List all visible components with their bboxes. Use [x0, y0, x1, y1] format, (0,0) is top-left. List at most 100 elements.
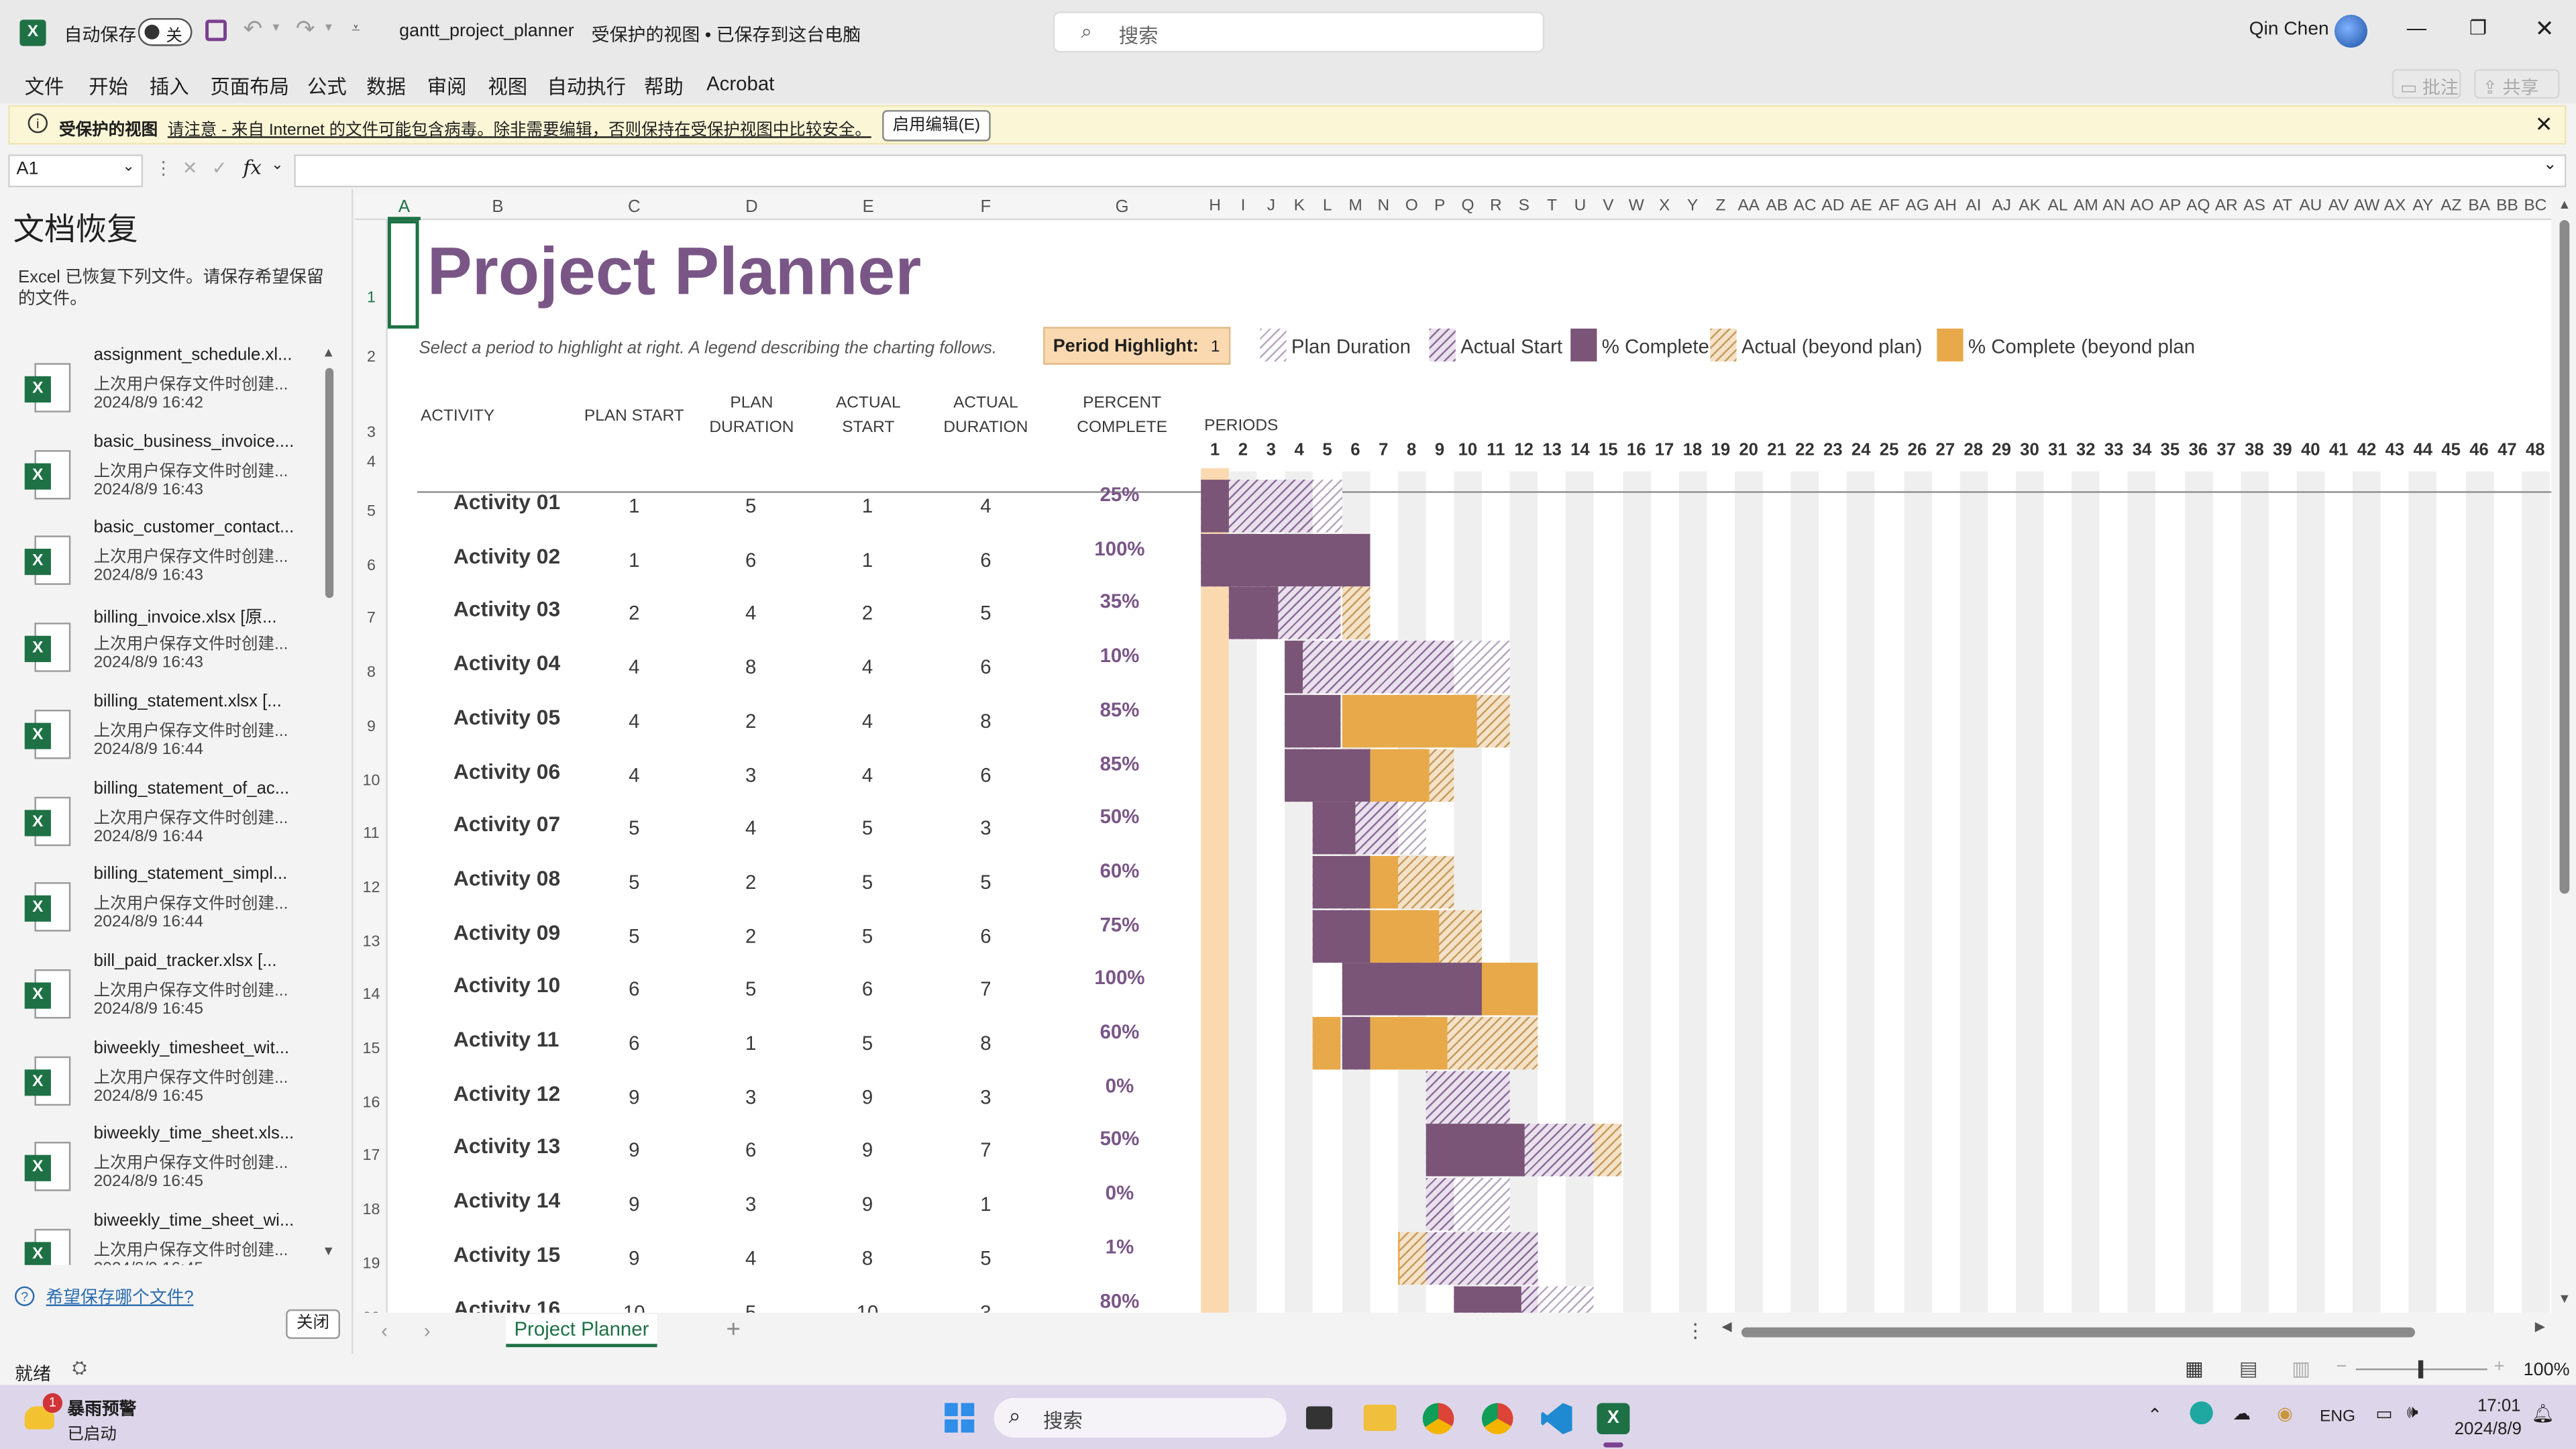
column-header[interactable]: L [1313, 197, 1342, 215]
column-header[interactable]: J [1257, 197, 1285, 215]
column-header[interactable]: BA [2465, 197, 2493, 215]
minimize-icon[interactable]: — [2407, 16, 2426, 39]
column-header[interactable]: Z [1707, 197, 1735, 215]
protected-view-message[interactable]: 请注意 - 来自 Internet 的文件可能包含病毒。除非需要编辑，否则保持在… [168, 115, 871, 140]
app-tray-icon[interactable]: ◉ [2277, 1403, 2293, 1424]
row-header[interactable]: 16 [355, 1093, 388, 1112]
normal-view-icon[interactable]: ▦ [2185, 1357, 2204, 1380]
column-header[interactable]: AL [2044, 197, 2072, 215]
zoom-slider[interactable] [2355, 1360, 2487, 1379]
redo-dropdown-icon[interactable]: ▾ [325, 19, 332, 34]
horizontal-scrollbar[interactable]: ◀ ▶ [1722, 1320, 2552, 1340]
column-header[interactable]: AJ [1988, 197, 2016, 215]
column-header[interactable]: R [1482, 197, 1510, 215]
add-sheet-icon[interactable]: + [726, 1316, 740, 1344]
recovery-file-item[interactable]: Xbiweekly_time_sheet_wi... 上次用户保存文件时创建...… [0, 1211, 329, 1265]
column-header[interactable]: AC [1791, 197, 1819, 215]
undo-dropdown-icon[interactable]: ▾ [273, 19, 280, 34]
tab-acrobat[interactable]: Acrobat [706, 72, 774, 95]
row-header[interactable]: 9 [355, 718, 388, 736]
autosave-toggle[interactable]: 关 [138, 17, 193, 46]
page-layout-icon[interactable]: ▤ [2239, 1357, 2258, 1380]
column-header[interactable]: AV [2324, 197, 2353, 215]
row-header[interactable]: 8 [355, 664, 388, 682]
display-icon[interactable]: ▭ [2375, 1403, 2392, 1424]
column-header[interactable]: AZ [2437, 197, 2465, 215]
close-icon[interactable]: ✕ [2535, 15, 2555, 43]
scroll-left-icon[interactable]: ◀ [1722, 1320, 1732, 1334]
recovery-file-item[interactable]: Xbilling_statement_simpl... 上次用户保存文件时创建..… [0, 865, 329, 952]
zoom-level[interactable]: 100% [2524, 1360, 2570, 1380]
row-header[interactable]: 1 [355, 289, 388, 307]
sheet-tab-project-planner[interactable]: Project Planner [506, 1314, 657, 1348]
scrollbar-thumb[interactable] [2559, 220, 2570, 894]
customize-toolbar-icon[interactable]: ⩡ [352, 19, 360, 38]
column-header[interactable]: AR [2212, 197, 2241, 215]
column-header[interactable]: AS [2241, 197, 2269, 215]
recovery-file-item[interactable]: Xbiweekly_time_sheet.xls... 上次用户保存文件时创建..… [0, 1124, 329, 1212]
more-icon[interactable]: ⋮ [1686, 1320, 1705, 1342]
chrome-profile-icon[interactable] [1481, 1403, 1513, 1434]
scroll-down-icon[interactable]: ▼ [322, 1244, 335, 1258]
column-header[interactable]: C [575, 197, 693, 217]
column-header[interactable]: AN [2100, 197, 2128, 215]
row-header[interactable]: 20 [355, 1309, 388, 1313]
formula-input[interactable] [294, 154, 2567, 188]
recovery-help-link[interactable]: 希望保存哪个文件? [46, 1285, 194, 1309]
column-header[interactable]: V [1594, 197, 1622, 215]
more-icon[interactable]: ⋮ [154, 158, 172, 179]
row-header[interactable]: 10 [355, 771, 388, 790]
row-header[interactable]: 18 [355, 1201, 388, 1219]
scroll-up-icon[interactable]: ▲ [2558, 197, 2571, 212]
column-header[interactable]: U [1566, 197, 1595, 215]
vscode-icon[interactable] [1541, 1403, 1572, 1434]
share-button[interactable]: ⇪ 共享 ⌄ [2474, 68, 2560, 121]
tray-overflow-icon[interactable]: ⌃ [2147, 1405, 2163, 1426]
column-header[interactable]: O [1397, 197, 1426, 215]
column-header[interactable]: E [810, 197, 926, 217]
recovery-file-item[interactable]: Xbasic_customer_contact... 上次用户保存文件时创建...… [0, 518, 329, 605]
enable-editing-button[interactable]: 启用编辑(E) [882, 110, 991, 142]
column-header[interactable]: AI [1960, 197, 1988, 215]
column-header[interactable]: I [1229, 197, 1257, 215]
cancel-icon[interactable]: ✕ [182, 158, 198, 179]
row-header[interactable]: 7 [355, 610, 388, 629]
column-header[interactable]: AK [2016, 197, 2044, 215]
column-header[interactable]: M [1342, 197, 1370, 215]
column-header[interactable]: T [1538, 197, 1566, 215]
name-box[interactable]: A1 ⌄ [8, 154, 144, 188]
column-header[interactable]: W [1622, 197, 1650, 215]
onedrive-icon[interactable]: ☁ [2233, 1403, 2251, 1424]
tab-review[interactable]: 审阅 [427, 72, 467, 101]
avatar[interactable] [2334, 15, 2368, 48]
notification-icon[interactable]: 🔔︎ [2532, 1403, 2555, 1424]
column-header[interactable]: AD [1819, 197, 1847, 215]
tab-page-layout[interactable]: 页面布局 [210, 72, 289, 101]
column-header[interactable]: AW [2353, 197, 2381, 215]
row-header[interactable]: 15 [355, 1040, 388, 1058]
column-header[interactable]: AO [2128, 197, 2156, 215]
column-header[interactable]: AE [1847, 197, 1875, 215]
column-header[interactable]: AF [1875, 197, 1903, 215]
taskbar-search[interactable]: ⌕ 搜索 [994, 1398, 1287, 1438]
row-header[interactable]: 14 [355, 986, 388, 1004]
column-header[interactable]: BB [2493, 197, 2522, 215]
recovery-file-item[interactable]: Xbilling_statement.xlsx [... 上次用户保存文件时创建.… [0, 692, 329, 779]
chrome-icon[interactable] [1422, 1403, 1454, 1434]
scrollbar-thumb[interactable] [1741, 1327, 2416, 1338]
clock-date[interactable]: 2024/8/9 [2455, 1419, 2522, 1439]
comments-button[interactable]: ▭ 批注 [2392, 68, 2461, 99]
row-header[interactable]: 4 [355, 453, 388, 472]
redo-icon[interactable]: ↷ [296, 15, 315, 43]
recovery-scrollbar[interactable]: ▲ ▼ [322, 345, 335, 1265]
recovery-file-item[interactable]: Xbilling_invoice.xlsx [原... 上次用户保存文件时创建..… [0, 604, 329, 692]
row-header[interactable]: 17 [355, 1147, 388, 1165]
column-header[interactable]: B [421, 197, 575, 217]
recovery-file-item[interactable]: Xbilling_statement_of_ac... 上次用户保存文件时创建..… [0, 778, 329, 865]
period-highlight-box[interactable]: Period Highlight: 1 [1043, 327, 1231, 365]
scroll-down-icon[interactable]: ▼ [2558, 1291, 2571, 1306]
save-icon[interactable] [205, 19, 227, 42]
user-name[interactable]: Qin Chen [2249, 19, 2329, 39]
accessibility-icon[interactable]: ⛭ [72, 1358, 87, 1380]
row-header[interactable]: 5 [355, 502, 388, 521]
